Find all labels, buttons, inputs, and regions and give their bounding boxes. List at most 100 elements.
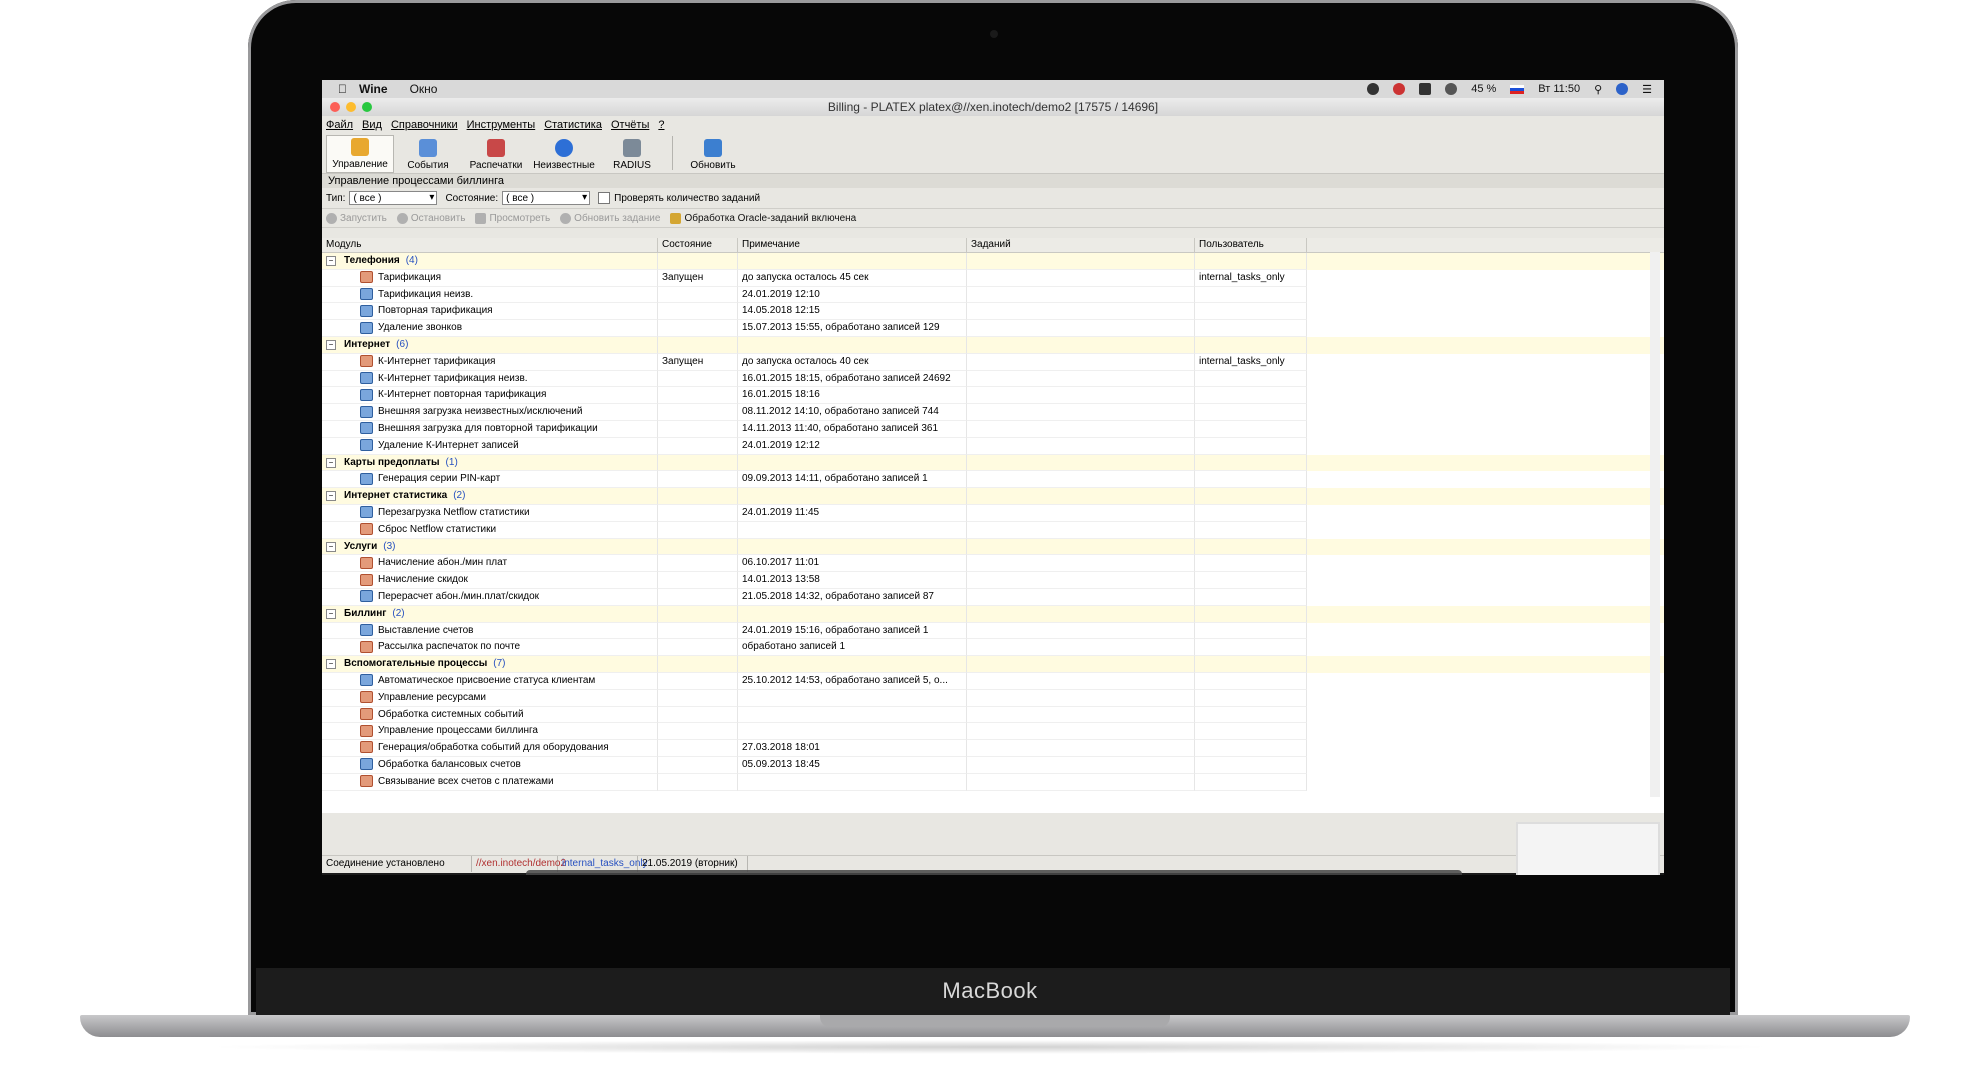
collapse-icon[interactable]: − <box>326 491 336 502</box>
process-row[interactable]: Перезагрузка Netflow статистики 24.01.201… <box>322 504 1664 522</box>
collapse-icon[interactable]: − <box>326 608 336 619</box>
process-row[interactable]: Начисление скидок 14.01.2013 13:58 <box>322 572 1664 589</box>
skype-icon[interactable] <box>1367 83 1380 95</box>
type-select[interactable]: ( все ) <box>349 191 438 205</box>
process-row[interactable]: Тарификация неизв. 24.01.2019 12:10 <box>322 286 1664 304</box>
tasks-cell <box>967 740 1195 757</box>
menu-tools[interactable]: Инструменты <box>467 119 536 131</box>
menu-reports[interactable]: Отчёты <box>611 119 649 131</box>
process-row[interactable]: Внешняя загрузка неизвестных/исключений 0… <box>322 404 1664 421</box>
collapse-icon[interactable]: − <box>326 541 336 552</box>
radius-button[interactable]: RADIUS <box>598 135 666 173</box>
col-module[interactable]: Модуль <box>322 238 658 252</box>
collapse-icon[interactable]: − <box>326 256 336 266</box>
process-row[interactable]: Сброс Netflow статистики <box>322 521 1664 539</box>
group-row[interactable]: − Биллинг (2) <box>322 605 1664 623</box>
process-row[interactable]: Генерация серии PIN-карт 09.09.2013 14:11… <box>322 471 1664 489</box>
vertical-scrollbar[interactable] <box>1650 252 1660 797</box>
group-cell <box>658 454 738 472</box>
process-row[interactable]: Управление ресурсами <box>322 689 1664 707</box>
process-row[interactable]: К-Интернет тарификация неизв. 16.01.2015 … <box>322 370 1664 388</box>
process-idle-icon <box>360 321 373 334</box>
menu-file[interactable]: Файл <box>326 119 353 131</box>
group-cell <box>658 336 738 354</box>
screenshot-thumbnail[interactable] <box>1516 822 1660 875</box>
zoom-icon[interactable] <box>362 102 372 112</box>
language-flag-icon[interactable] <box>1510 84 1525 94</box>
tasks-cell <box>967 588 1195 606</box>
user-cell <box>1195 572 1307 589</box>
battery-level[interactable]: 45 % <box>1471 83 1496 95</box>
collapse-icon[interactable]: − <box>326 457 336 468</box>
menu-view[interactable]: Вид <box>362 119 382 131</box>
tasks-cell <box>967 555 1195 573</box>
process-row[interactable]: Перерасчет абон./мин.плат/скидок 21.05.20… <box>322 588 1664 606</box>
process-row[interactable]: Начисление абон./мин плат 06.10.2017 11:0… <box>322 555 1664 573</box>
group-row[interactable]: − Интернет (6) <box>322 336 1664 354</box>
group-count: (1) <box>445 456 458 468</box>
siri-icon[interactable] <box>1616 83 1629 95</box>
process-row[interactable]: Выставление счетов 24.01.2019 15:16, обра… <box>322 622 1664 640</box>
window-menu[interactable]: Окно <box>410 82 438 96</box>
group-row[interactable]: − Интернет статистика (2) <box>322 488 1664 505</box>
unknown-button[interactable]: Неизвестные <box>530 135 598 173</box>
group-row[interactable]: − Карты предоплаты (1) <box>322 454 1664 472</box>
col-tasks[interactable]: Заданий <box>967 238 1195 252</box>
view-button[interactable]: Просмотреть <box>475 212 550 224</box>
module-cell: Тарификация <box>322 269 658 287</box>
section-title: Управление процессами биллинга <box>322 174 1664 188</box>
minimize-icon[interactable] <box>346 102 356 112</box>
wifi-icon[interactable] <box>1445 83 1458 95</box>
col-user[interactable]: Пользователь <box>1195 238 1307 252</box>
process-row[interactable]: Удаление К-Интернет записей 24.01.2019 12… <box>322 437 1664 455</box>
group-row[interactable]: − Вспомогательные процессы (7) <box>322 656 1664 673</box>
search-icon[interactable]: ⚲ <box>1594 83 1602 96</box>
notification-center-icon[interactable]: ☰ <box>1642 83 1652 96</box>
apple-icon[interactable]:  <box>338 82 347 96</box>
process-row[interactable]: Генерация/обработка событий для оборудов… <box>322 740 1664 757</box>
management-button[interactable]: Управление <box>326 135 394 173</box>
process-row[interactable]: Повторная тарификация 14.05.2018 12:15 <box>322 303 1664 321</box>
menu-statistics[interactable]: Статистика <box>544 119 602 131</box>
process-row[interactable]: Тарификация Запущен до запуска осталось 45… <box>322 269 1664 287</box>
process-row[interactable]: К-Интернет тарификация Запущен до запуска … <box>322 353 1664 371</box>
process-row[interactable]: Автоматическое присвоение статуса клиент… <box>322 672 1664 690</box>
note-cell: 25.10.2012 14:53, обработано записей 5, … <box>738 672 967 690</box>
process-row[interactable]: Рассылка распечаток по почте обработано з… <box>322 639 1664 657</box>
collapse-icon[interactable]: − <box>326 339 336 350</box>
menu-help[interactable]: ? <box>658 119 664 131</box>
record-icon[interactable] <box>1393 83 1406 95</box>
process-row[interactable]: Обработка системных событий <box>322 706 1664 724</box>
process-row[interactable]: Связывание всех счетов с платежами <box>322 773 1664 791</box>
group-row[interactable]: − Телефония (4) <box>322 253 1664 270</box>
menu-directories[interactable]: Справочники <box>391 119 458 131</box>
group-name-cell: − Интернет статистика (2) <box>322 488 658 505</box>
update-task-button[interactable]: Обновить задание <box>560 212 660 224</box>
col-note[interactable]: Примечание <box>738 238 967 252</box>
process-row[interactable]: Удаление звонков 15.07.2013 15:55, обрабо… <box>322 320 1664 337</box>
check-tasks-checkbox[interactable] <box>598 192 611 204</box>
col-state[interactable]: Состояние <box>658 238 738 252</box>
printouts-button[interactable]: Распечатки <box>462 135 530 173</box>
stop-button[interactable]: Остановить <box>396 212 465 224</box>
tasks-cell <box>967 471 1195 489</box>
group-name: Интернет <box>344 338 391 350</box>
module-name: Управление ресурсами <box>378 691 486 703</box>
refresh-button[interactable]: Обновить <box>679 135 747 173</box>
process-row[interactable]: Внешняя загрузка для повторной тарификац… <box>322 420 1664 438</box>
state-cell <box>658 689 738 707</box>
clock[interactable]: Вт 11:50 <box>1538 83 1580 95</box>
process-row[interactable]: К-Интернет повторная тарификация 16.01.20… <box>322 387 1664 405</box>
process-idle-icon <box>360 623 373 636</box>
app-menu[interactable]: Wine <box>359 82 388 96</box>
group-row[interactable]: − Услуги (3) <box>322 538 1664 556</box>
collapse-icon[interactable]: − <box>326 659 336 670</box>
process-row[interactable]: Обработка балансовых счетов 05.09.2013 18… <box>322 756 1664 774</box>
events-button[interactable]: События <box>394 135 462 173</box>
grid-body: − Телефония (4) Тарификация Запущен до запуск… <box>322 253 1664 791</box>
keyboard-icon[interactable] <box>1419 83 1432 95</box>
close-icon[interactable] <box>330 102 340 112</box>
process-row[interactable]: Управление процессами биллинга <box>322 723 1664 741</box>
start-button[interactable]: Запустить <box>326 212 387 224</box>
state-select[interactable]: ( все ) <box>502 191 591 205</box>
